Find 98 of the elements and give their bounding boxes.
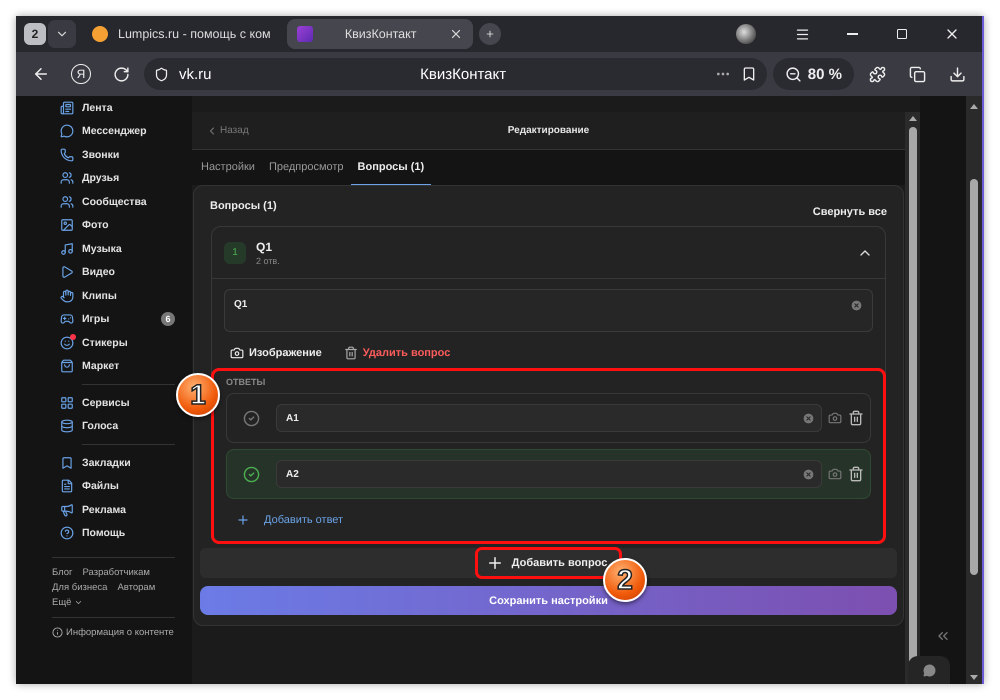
sidebar-item[interactable]: Сообщества bbox=[52, 190, 175, 214]
people-icon bbox=[60, 171, 74, 186]
scrollbar[interactable] bbox=[905, 112, 920, 684]
sidebar-item[interactable]: Файлы bbox=[52, 474, 175, 498]
sidebar-item[interactable]: Друзья bbox=[52, 166, 175, 190]
tab[interactable]: Предпросмотр bbox=[262, 150, 351, 185]
scrollbar[interactable] bbox=[966, 96, 982, 684]
back-link[interactable]: Назад bbox=[206, 124, 326, 136]
check-icon[interactable] bbox=[243, 410, 260, 426]
browser-tab[interactable]: Lumpics.ru - помощь с ком bbox=[82, 19, 281, 49]
puzzle-icon bbox=[868, 66, 886, 82]
image-button[interactable]: Изображение bbox=[230, 346, 322, 360]
clear-icon[interactable] bbox=[802, 468, 815, 480]
add-answer-button[interactable]: Добавить ответ bbox=[226, 505, 871, 531]
clear-icon[interactable] bbox=[850, 299, 863, 312]
answer-field[interactable]: A2 bbox=[276, 460, 822, 488]
sidebar-item[interactable]: Голоса bbox=[52, 414, 175, 438]
download-icon bbox=[948, 66, 966, 82]
zoom-out-icon bbox=[784, 66, 802, 82]
plus-icon bbox=[236, 513, 250, 527]
shield-icon bbox=[154, 66, 169, 82]
bookmark-icon[interactable] bbox=[740, 66, 757, 82]
url-text: vk.ru bbox=[179, 66, 212, 82]
question-field[interactable]: Q1 bbox=[224, 289, 873, 332]
image-icon bbox=[60, 218, 74, 232]
question-title: Q1 bbox=[256, 240, 274, 254]
answer-count: 2 отв. bbox=[256, 256, 281, 266]
bookmark-icon bbox=[60, 456, 74, 470]
file-icon bbox=[60, 479, 74, 494]
phone-icon bbox=[60, 148, 74, 162]
section-title: Вопросы (1) bbox=[210, 200, 277, 214]
footer-link[interactable]: Ещё bbox=[52, 597, 84, 608]
sidebar-item[interactable]: Музыка bbox=[52, 237, 175, 260]
count-badge: 6 bbox=[161, 312, 175, 326]
trash-icon[interactable] bbox=[848, 466, 864, 482]
sidebar-item[interactable]: Фото bbox=[52, 214, 175, 237]
sidebar-item[interactable]: Клипы bbox=[52, 284, 175, 308]
page-heading: Редактирование bbox=[506, 125, 590, 136]
minimize-icon bbox=[846, 33, 858, 35]
sidebar-item[interactable]: Звонки bbox=[52, 143, 175, 166]
music-note-icon bbox=[60, 242, 74, 256]
grid-icon bbox=[60, 396, 74, 410]
play-icon bbox=[60, 265, 74, 280]
people-icon bbox=[60, 194, 74, 209]
browser-tab[interactable]: КвизКонтакт bbox=[286, 19, 473, 49]
address-bar[interactable]: vk.ru КвизКонтакт bbox=[144, 58, 767, 90]
tab[interactable]: Настройки bbox=[194, 150, 262, 185]
info-icon bbox=[52, 627, 63, 638]
avatar[interactable] bbox=[736, 24, 756, 44]
question-number: 1 bbox=[224, 242, 246, 264]
help-icon bbox=[60, 526, 74, 540]
gamepad-icon bbox=[60, 312, 74, 326]
sidebar-item[interactable]: Закладки bbox=[52, 451, 175, 474]
sidebar-item[interactable]: Лента bbox=[52, 96, 175, 120]
chevron-icon bbox=[74, 598, 84, 607]
sidebar-item[interactable]: Реклама bbox=[52, 498, 175, 522]
sidebar-item[interactable]: Стикеры bbox=[52, 331, 175, 354]
check-icon[interactable] bbox=[243, 466, 260, 482]
coin-stack-icon bbox=[60, 419, 74, 434]
reload-icon bbox=[112, 66, 130, 82]
maximize-icon bbox=[896, 28, 908, 40]
newspaper-icon bbox=[60, 100, 74, 115]
quiz-icon bbox=[296, 26, 313, 42]
sidebar-item[interactable]: Помощь bbox=[52, 522, 175, 545]
bag-icon bbox=[60, 359, 74, 374]
menu-icon bbox=[794, 26, 810, 42]
clear-icon[interactable] bbox=[802, 412, 815, 424]
footer-link[interactable]: Авторам bbox=[117, 582, 156, 593]
sidebar-item[interactable]: Маркет bbox=[52, 354, 175, 378]
footer-link[interactable]: Разработчикам bbox=[82, 567, 150, 578]
trash-icon[interactable] bbox=[848, 410, 864, 426]
footer-link[interactable]: Для бизнеса bbox=[52, 582, 108, 593]
footer-link[interactable]: Блог bbox=[52, 567, 73, 578]
delete-question-button[interactable]: Удалить вопрос bbox=[344, 346, 450, 360]
site-icon bbox=[92, 26, 108, 42]
camera-icon[interactable] bbox=[828, 467, 842, 481]
megaphone-icon bbox=[60, 502, 74, 517]
content-info-link[interactable]: Информация о контенте bbox=[52, 627, 174, 638]
zoom-button[interactable]: 80 % bbox=[772, 58, 854, 90]
yandex-button[interactable]: Я bbox=[71, 64, 91, 84]
speech-bubble-icon bbox=[60, 124, 74, 138]
sidebar-item[interactable]: Мессенджер bbox=[52, 120, 175, 143]
hand-icon bbox=[60, 288, 74, 303]
sidebar-item[interactable]: Игры 6 bbox=[52, 308, 175, 331]
page-title: КвизКонтакт bbox=[419, 66, 508, 82]
cards-icon bbox=[908, 66, 926, 82]
camera-icon[interactable] bbox=[828, 411, 842, 425]
sidebar-item[interactable]: Сервисы bbox=[52, 391, 175, 414]
new-tab-button[interactable] bbox=[478, 23, 501, 45]
collapse-all-button[interactable]: Свернуть все bbox=[812, 206, 887, 218]
chat-button[interactable] bbox=[908, 656, 950, 684]
answer-field[interactable]: A1 bbox=[276, 404, 822, 432]
camera-icon bbox=[230, 346, 244, 360]
answers-label: ОТВЕТЫ bbox=[226, 377, 266, 387]
trash-icon bbox=[344, 346, 358, 360]
speech-bubble-icon bbox=[922, 664, 936, 676]
tab-count-badge[interactable]: 2 bbox=[24, 23, 46, 45]
sidebar-item[interactable]: Видео bbox=[52, 260, 175, 284]
